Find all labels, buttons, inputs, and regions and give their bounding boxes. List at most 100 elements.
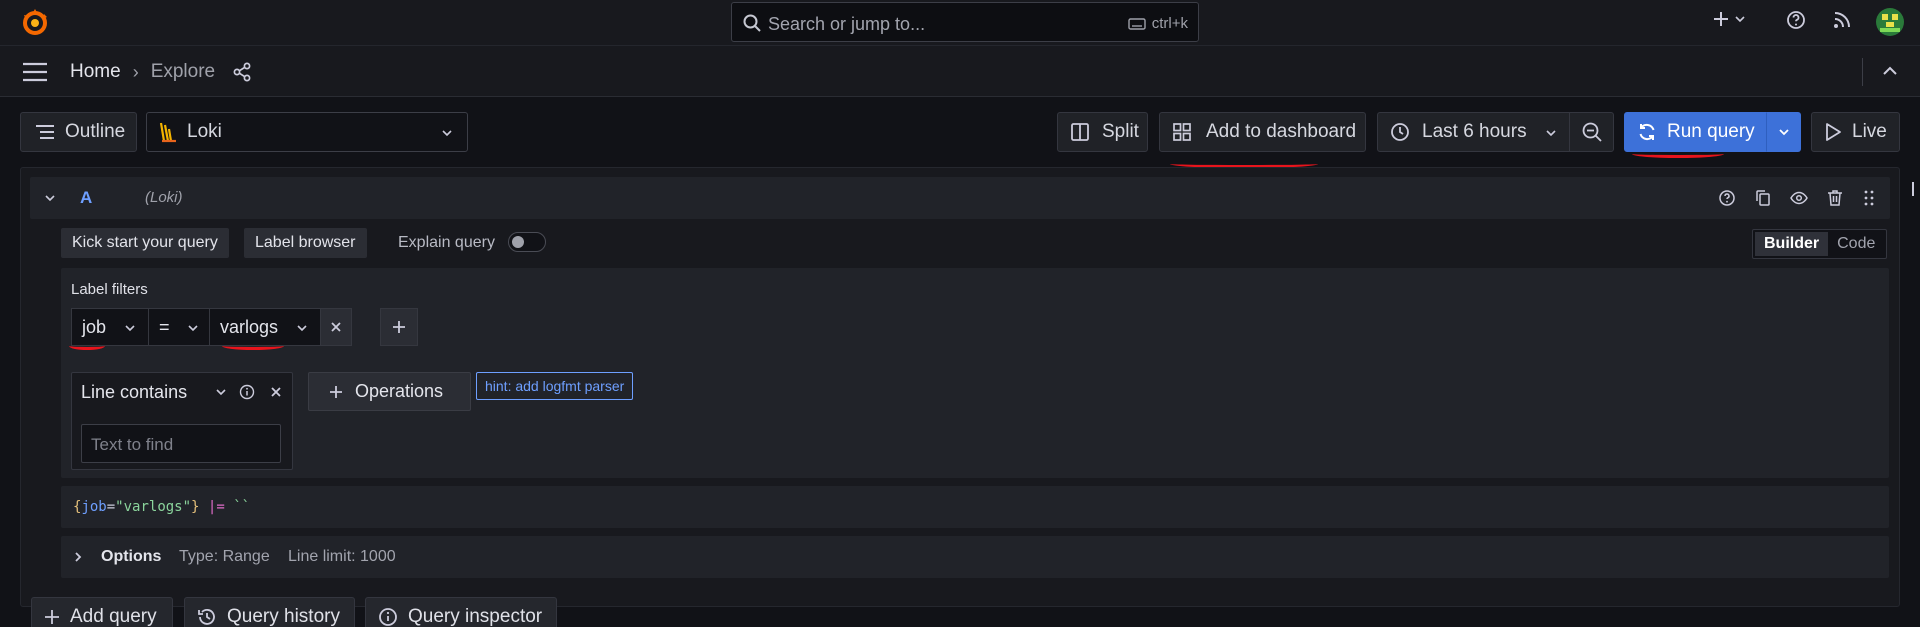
loki-logo-icon	[159, 121, 177, 143]
chevron-down-icon	[441, 127, 453, 139]
menu-toggle-icon[interactable]	[22, 62, 48, 82]
help-icon[interactable]	[1718, 189, 1736, 207]
drag-handle-icon[interactable]	[1862, 189, 1876, 207]
search-shortcut: ctrl+k	[1128, 15, 1188, 32]
explain-query-toggle[interactable]	[508, 232, 546, 252]
split-label: Split	[1102, 121, 1139, 142]
chevron-down-icon	[296, 322, 308, 334]
scrollbar[interactable]	[1912, 182, 1914, 196]
annotation-underline	[69, 342, 105, 350]
plus-icon	[44, 609, 60, 625]
plus-icon	[329, 385, 343, 399]
help-icon[interactable]	[1786, 10, 1806, 30]
chevron-right-icon	[73, 551, 83, 563]
query-ref-id[interactable]: A	[80, 188, 92, 208]
chevron-down-icon	[1545, 127, 1557, 139]
query-datasource-hint: (Loki)	[145, 189, 183, 206]
news-feed-icon[interactable]	[1832, 10, 1852, 30]
live-label: Live	[1852, 121, 1887, 142]
run-query-options-button[interactable]	[1766, 112, 1801, 152]
line-contains-operation: Line contains Text to find	[71, 372, 293, 470]
close-icon	[330, 321, 342, 333]
query-row-actions	[1718, 189, 1876, 207]
add-to-dashboard-button[interactable]: Add to dashboard	[1159, 112, 1366, 152]
trash-icon[interactable]	[1826, 189, 1844, 207]
add-filter-button[interactable]	[380, 308, 418, 346]
top-nav-bar: Search or jump to... ctrl+k	[0, 0, 1920, 46]
play-icon	[1824, 122, 1842, 142]
chevron-down-icon	[1734, 13, 1746, 25]
zoom-out-icon	[1581, 121, 1603, 143]
keyboard-icon	[1128, 17, 1146, 30]
history-icon	[197, 607, 217, 627]
breadcrumb: Home › Explore	[70, 61, 215, 83]
outline-button[interactable]: Outline	[20, 112, 137, 152]
copy-icon[interactable]	[1754, 189, 1772, 207]
query-history-button[interactable]: Query history	[184, 597, 355, 627]
info-icon	[378, 607, 398, 627]
filter-value-select[interactable]: varlogs	[209, 308, 321, 346]
share-icon[interactable]	[232, 62, 252, 82]
split-columns-icon	[1070, 122, 1090, 142]
chevron-down-icon	[124, 322, 136, 334]
clock-icon	[1390, 122, 1410, 142]
mode-code[interactable]: Code	[1828, 232, 1884, 256]
time-range-picker[interactable]: Last 6 hours	[1377, 112, 1570, 152]
operation-title[interactable]: Line contains	[81, 382, 187, 403]
add-query-button[interactable]: Add query	[31, 597, 173, 627]
options-type: Type: Range	[179, 548, 270, 565]
outline-icon	[35, 124, 55, 140]
plus-icon	[392, 320, 406, 334]
refresh-icon	[1637, 122, 1657, 142]
remove-filter-button[interactable]	[320, 308, 352, 346]
breadcrumb-bar: Home › Explore	[0, 46, 1920, 97]
grafana-logo[interactable]	[20, 7, 50, 37]
eye-icon[interactable]	[1790, 189, 1808, 207]
search-placeholder: Search or jump to...	[768, 14, 926, 34]
editor-mode-switch: Builder Code	[1752, 229, 1888, 259]
filter-label-select[interactable]: job	[71, 308, 149, 346]
close-icon[interactable]	[270, 386, 282, 398]
zoom-out-button[interactable]	[1569, 112, 1614, 152]
breadcrumb-home[interactable]: Home	[70, 61, 121, 83]
text-to-find-input[interactable]: Text to find	[81, 424, 281, 463]
datasource-name: Loki	[187, 121, 222, 142]
search-icon	[742, 13, 762, 33]
apps-grid-icon	[1172, 122, 1192, 142]
mode-builder[interactable]: Builder	[1755, 232, 1829, 256]
breadcrumb-explore: Explore	[150, 61, 216, 82]
operations-button[interactable]: Operations	[308, 372, 471, 411]
outline-label: Outline	[65, 121, 126, 142]
user-avatar[interactable]	[1876, 8, 1904, 36]
filter-operator-select[interactable]: =	[148, 308, 210, 346]
explain-query-label: Explain query	[398, 234, 495, 251]
split-button[interactable]: Split	[1057, 112, 1148, 152]
search-bar[interactable]: Search or jump to... ctrl+k	[731, 2, 1199, 42]
query-preview: {job="varlogs"} |= ``	[61, 486, 1889, 528]
query-row-header: A (Loki)	[30, 177, 1890, 219]
annotation-underline	[222, 342, 284, 350]
chevron-down-icon	[187, 322, 199, 334]
breadcrumb-separator: ›	[132, 61, 139, 82]
add-to-dashboard-label: Add to dashboard	[1206, 121, 1357, 142]
new-menu[interactable]	[1712, 10, 1746, 28]
chevron-down-icon	[1778, 126, 1790, 138]
annotation-underline	[1632, 150, 1724, 158]
datasource-picker[interactable]: Loki	[146, 112, 468, 152]
kick-start-button[interactable]: Kick start your query	[61, 228, 229, 258]
query-inspector-button[interactable]: Query inspector	[365, 597, 557, 627]
query-options-row[interactable]: Options Type: Range Line limit: 1000	[61, 536, 1889, 578]
live-button[interactable]: Live	[1811, 112, 1900, 152]
time-range-label: Last 6 hours	[1422, 121, 1527, 142]
collapse-chevron-icon[interactable]	[44, 192, 56, 204]
chevron-down-icon[interactable]	[215, 386, 227, 398]
label-browser-button[interactable]: Label browser	[244, 228, 367, 258]
plus-icon	[1712, 10, 1730, 28]
run-query-button[interactable]: Run query	[1624, 112, 1768, 152]
info-icon[interactable]	[239, 384, 255, 400]
label-filters-title: Label filters	[71, 281, 148, 298]
query-builder: Label filters job = varlogs Line contain…	[61, 268, 1889, 478]
run-query-label: Run query	[1667, 121, 1755, 142]
hint-logfmt-button[interactable]: hint: add logfmt parser	[476, 372, 634, 400]
collapse-up-icon[interactable]	[1882, 64, 1898, 78]
